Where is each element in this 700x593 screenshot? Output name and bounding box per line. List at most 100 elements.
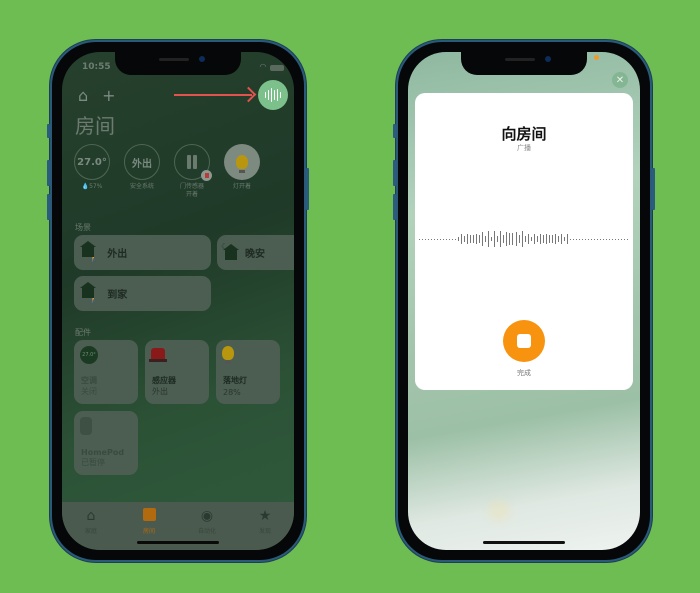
waveform-bar (488, 231, 490, 247)
waveform-bar (584, 238, 586, 240)
alert-badge-icon (201, 170, 212, 181)
waveform-bar (612, 238, 613, 240)
intercom-button[interactable] (258, 80, 288, 110)
tab-discover[interactable]: ★ 发现 (243, 508, 287, 550)
accessory-homepod[interactable]: HomePod 已暂停 (74, 411, 138, 475)
stop-button[interactable] (503, 320, 545, 362)
waveform-bar (458, 237, 460, 241)
waveform-bar (524, 236, 526, 242)
accessory-air-conditioner[interactable]: 27.0° 空调 关闭 (74, 340, 138, 404)
accessory-floor-lamp[interactable]: 落地灯 28% (216, 340, 280, 404)
bulb-icon (222, 346, 234, 364)
waveform-bar (542, 235, 544, 243)
waveform-bar (476, 234, 478, 244)
intercom-screen: ✕ 向房间 广播 完成 (408, 52, 640, 550)
scene-label: 外出 (107, 249, 128, 260)
tab-label: 房间 (142, 528, 155, 535)
tab-label: 发现 (258, 528, 271, 535)
waveform-bar (512, 233, 514, 245)
waveform-bar (449, 238, 451, 240)
door-sensor-status[interactable]: 门传感器 开着 (174, 144, 212, 199)
waveform-bar (437, 238, 439, 240)
waveform-bar (479, 235, 481, 243)
waveform-bar (566, 233, 568, 245)
waveform-bar (428, 238, 430, 240)
waveform-bar (563, 237, 565, 241)
waveform-bar (515, 232, 517, 246)
waveform-bar (590, 238, 592, 240)
waveform-bar (494, 231, 496, 247)
stop-icon (517, 334, 531, 348)
waveform-bar (509, 233, 511, 245)
close-icon[interactable]: ✕ (612, 72, 628, 88)
power-button (652, 168, 655, 210)
waveform-bar (431, 238, 433, 240)
waveform-bar (551, 235, 553, 243)
waveform-bar (572, 238, 574, 240)
waveform-bar (419, 238, 420, 240)
waveform-bar (473, 234, 475, 244)
waveform-bar (593, 238, 595, 240)
battery-icon (270, 65, 284, 71)
notch (461, 52, 587, 75)
waveform-bar (503, 234, 505, 244)
waveform-bar (627, 238, 629, 240)
lights-label: 灯开着 (232, 183, 251, 190)
waveform-bar (536, 236, 538, 242)
siren-icon (149, 348, 167, 362)
waveform-bar (608, 238, 610, 240)
waveform-bar (618, 238, 620, 240)
waveform-bar (605, 238, 607, 240)
waveform-bar (578, 238, 580, 240)
intercom-card: 向房间 广播 完成 (415, 93, 633, 390)
door-sensor-icon (187, 155, 197, 169)
waveform-bar (464, 236, 466, 242)
accessory-name: 落地灯 (223, 376, 247, 385)
waveform-bar (539, 233, 541, 245)
home-indicator[interactable] (137, 541, 219, 544)
automation-tab-icon: ◉ (200, 508, 214, 524)
stop-label: 完成 (517, 369, 531, 377)
home-indicator[interactable] (483, 541, 565, 544)
home-tab-icon: ⌂ (86, 508, 96, 524)
waveform-bar (602, 238, 604, 240)
accessory-name: HomePod (81, 448, 125, 457)
plus-icon[interactable]: + (102, 86, 115, 105)
waveform-bar (500, 231, 502, 247)
temperature-value: 27.0° (74, 144, 110, 180)
climate-status[interactable]: 27.0° 💧57% (74, 144, 110, 199)
power-button (306, 168, 309, 210)
waveform-bar (446, 238, 448, 240)
left-phone: 10:55 ◠ ⌂ + 房间 27.0° 💧57% 外出 安全系统 门传感器 开… (47, 40, 309, 562)
waveform-bar (621, 238, 623, 240)
humidity-label: 💧57% (81, 183, 103, 190)
waveform-bar (587, 238, 589, 240)
waveform-bar (440, 238, 442, 240)
home-night-icon (223, 243, 239, 260)
scene-goodnight[interactable]: ☾ 晚安 (217, 235, 294, 270)
lights-status[interactable]: 灯开着 (224, 144, 260, 199)
waveform-bar (581, 238, 583, 240)
waveform-bar (521, 231, 523, 247)
security-status[interactable]: 外出 安全系统 (124, 144, 160, 199)
waveform-bar (554, 233, 556, 245)
waveform-bar (624, 238, 626, 240)
waveform-bar (422, 238, 424, 240)
tab-label: 自动化 (197, 528, 216, 535)
scene-arrive[interactable]: 🚶 到家 (74, 276, 211, 311)
scene-leave[interactable]: 🚶 外出 (74, 235, 211, 270)
mute-switch (393, 124, 396, 138)
accessory-sensor[interactable]: 感应器 外出 (145, 340, 209, 404)
tab-home[interactable]: ⌂ 家庭 (69, 508, 113, 550)
notch (115, 52, 241, 75)
status-time: 10:55 (82, 62, 111, 72)
door-sensor-state: 开着 (185, 190, 198, 198)
security-label: 安全系统 (129, 183, 154, 190)
waveform-bar (485, 235, 487, 243)
waveform-bar (455, 238, 457, 240)
intercom-subtitle: 广播 (517, 144, 531, 152)
waveform-icon (264, 88, 282, 102)
house-icon[interactable]: ⌂ (78, 86, 88, 105)
waveform-bar (467, 233, 469, 245)
volume-down-button (393, 194, 396, 220)
